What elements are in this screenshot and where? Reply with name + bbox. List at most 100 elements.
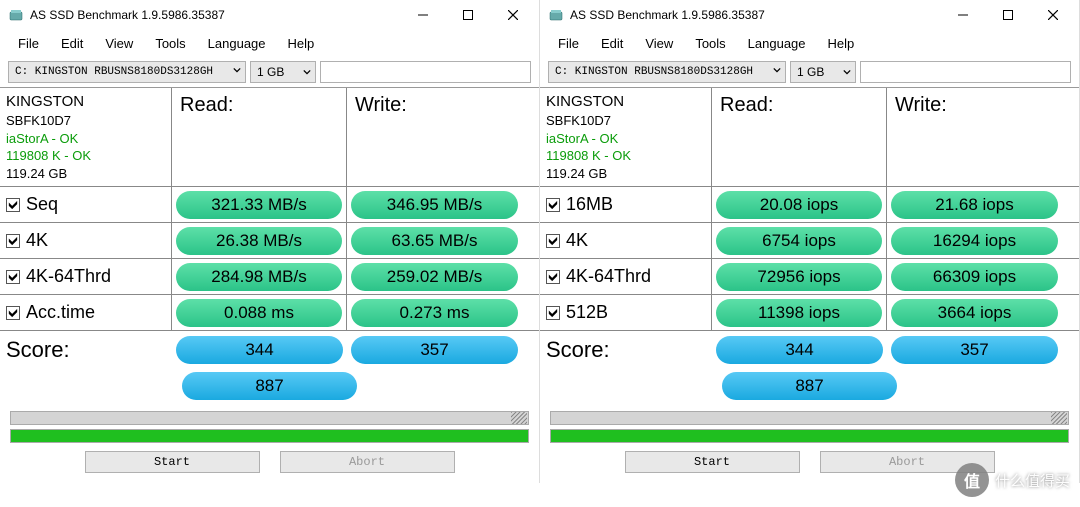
menu-item[interactable]: Edit — [51, 32, 93, 55]
checkbox-icon[interactable] — [546, 306, 560, 320]
row-label-text: 4K — [566, 230, 588, 251]
row-label[interactable]: Seq — [0, 187, 172, 222]
watermark-badge: 值 — [955, 463, 989, 497]
read-value: 72956 iops — [716, 263, 882, 291]
titlebar[interactable]: AS SSD Benchmark 1.9.5986.35387 — [0, 0, 539, 30]
drive-capacity: 119.24 GB — [6, 165, 165, 183]
checkbox-icon[interactable] — [6, 198, 20, 212]
row-label[interactable]: 512B — [540, 295, 712, 330]
read-cell: 0.088 ms — [172, 295, 347, 330]
progress-area — [0, 405, 539, 445]
header-row: KINGSTON SBFK10D7 iaStorA - OK 119808 K … — [540, 88, 1079, 187]
row-label-text: Seq — [26, 194, 58, 215]
checkbox-icon[interactable] — [6, 270, 20, 284]
size-select[interactable]: 1 GB — [790, 61, 856, 83]
score-read-cell: 344 — [172, 333, 347, 367]
row-label[interactable]: 4K — [540, 223, 712, 258]
close-button[interactable] — [490, 0, 535, 30]
close-button[interactable] — [1030, 0, 1075, 30]
data-row: 16MB 20.08 iops 21.68 iops — [540, 187, 1079, 223]
minimize-button[interactable] — [940, 0, 985, 30]
maximize-button[interactable] — [445, 0, 490, 30]
menu-item[interactable]: File — [8, 32, 49, 55]
read-value: 26.38 MB/s — [176, 227, 342, 255]
drive-select[interactable]: C: KINGSTON RBUSNS8180DS3128GH — [8, 61, 246, 83]
row-label-text: 4K — [26, 230, 48, 251]
window: AS SSD Benchmark 1.9.5986.35387 FileEdit… — [0, 0, 540, 483]
drive-firmware: SBFK10D7 — [546, 112, 705, 130]
minimize-button[interactable] — [400, 0, 445, 30]
menu-item[interactable]: Edit — [591, 32, 633, 55]
write-value: 0.273 ms — [351, 299, 518, 327]
menu-item[interactable]: File — [548, 32, 589, 55]
progress-bar-1 — [550, 411, 1069, 425]
text-input[interactable] — [320, 61, 531, 83]
checkbox-icon[interactable] — [546, 198, 560, 212]
checkbox-icon[interactable] — [546, 270, 560, 284]
menu-item[interactable]: View — [95, 32, 143, 55]
drive-firmware: SBFK10D7 — [6, 112, 165, 130]
row-label-text: 512B — [566, 302, 608, 323]
row-label-text: 16MB — [566, 194, 613, 215]
row-label-text: 4K-64Thrd — [26, 266, 111, 287]
write-value: 66309 iops — [891, 263, 1058, 291]
drive-select-text: C: KINGSTON RBUSNS8180DS3128GH — [555, 66, 753, 78]
read-cell: 11398 iops — [712, 295, 887, 330]
read-cell: 6754 iops — [712, 223, 887, 258]
read-value: 20.08 iops — [716, 191, 882, 219]
chevron-down-icon — [303, 65, 311, 79]
size-select[interactable]: 1 GB — [250, 61, 316, 83]
row-label[interactable]: 4K-64Thrd — [540, 259, 712, 294]
results-panel: KINGSTON SBFK10D7 iaStorA - OK 119808 K … — [540, 87, 1079, 405]
checkbox-icon[interactable] — [546, 234, 560, 248]
checkbox-icon[interactable] — [6, 306, 20, 320]
drive-info: KINGSTON SBFK10D7 iaStorA - OK 119808 K … — [0, 88, 172, 186]
read-cell: 321.33 MB/s — [172, 187, 347, 222]
row-label[interactable]: 4K-64Thrd — [0, 259, 172, 294]
write-cell: 66309 iops — [887, 259, 1062, 294]
menu-item[interactable]: View — [635, 32, 683, 55]
menu-item[interactable]: Help — [818, 32, 865, 55]
drive-select[interactable]: C: KINGSTON RBUSNS8180DS3128GH — [548, 61, 786, 83]
menu-item[interactable]: Tools — [145, 32, 195, 55]
data-row: Seq 321.33 MB/s 346.95 MB/s — [0, 187, 539, 223]
menu-item[interactable]: Help — [278, 32, 325, 55]
write-value: 21.68 iops — [891, 191, 1058, 219]
checkbox-icon[interactable] — [6, 234, 20, 248]
alignment-status: 119808 K - OK — [546, 147, 705, 165]
watermark: 值 什么值得买 — [955, 463, 1070, 497]
row-label[interactable]: Acc.time — [0, 295, 172, 330]
app-icon — [548, 7, 564, 23]
maximize-button[interactable] — [985, 0, 1030, 30]
row-label[interactable]: 4K — [0, 223, 172, 258]
text-input[interactable] — [860, 61, 1071, 83]
read-cell: 284.98 MB/s — [172, 259, 347, 294]
progress-bar-1 — [10, 411, 529, 425]
abort-button: Abort — [280, 451, 455, 473]
read-cell: 72956 iops — [712, 259, 887, 294]
write-value: 346.95 MB/s — [351, 191, 518, 219]
write-value: 16294 iops — [891, 227, 1058, 255]
write-cell: 21.68 iops — [887, 187, 1062, 222]
drive-name: KINGSTON — [546, 92, 705, 112]
score-write: 357 — [891, 336, 1058, 364]
size-select-text: 1 GB — [797, 65, 824, 79]
toolbar: C: KINGSTON RBUSNS8180DS3128GH 1 GB — [0, 57, 539, 87]
score-write: 357 — [351, 336, 518, 364]
write-cell: 63.65 MB/s — [347, 223, 522, 258]
button-row: Start Abort — [0, 445, 539, 483]
start-button[interactable]: Start — [85, 451, 260, 473]
progress-area — [540, 405, 1079, 445]
controller-status: iaStorA - OK — [6, 130, 165, 148]
titlebar[interactable]: AS SSD Benchmark 1.9.5986.35387 — [540, 0, 1079, 30]
menu-item[interactable]: Tools — [685, 32, 735, 55]
menu-item[interactable]: Language — [198, 32, 276, 55]
score-label: Score: — [540, 337, 712, 363]
write-cell: 346.95 MB/s — [347, 187, 522, 222]
menu-item[interactable]: Language — [738, 32, 816, 55]
watermark-text: 什么值得买 — [995, 470, 1070, 491]
write-value: 63.65 MB/s — [351, 227, 518, 255]
read-cell: 26.38 MB/s — [172, 223, 347, 258]
start-button[interactable]: Start — [625, 451, 800, 473]
row-label[interactable]: 16MB — [540, 187, 712, 222]
